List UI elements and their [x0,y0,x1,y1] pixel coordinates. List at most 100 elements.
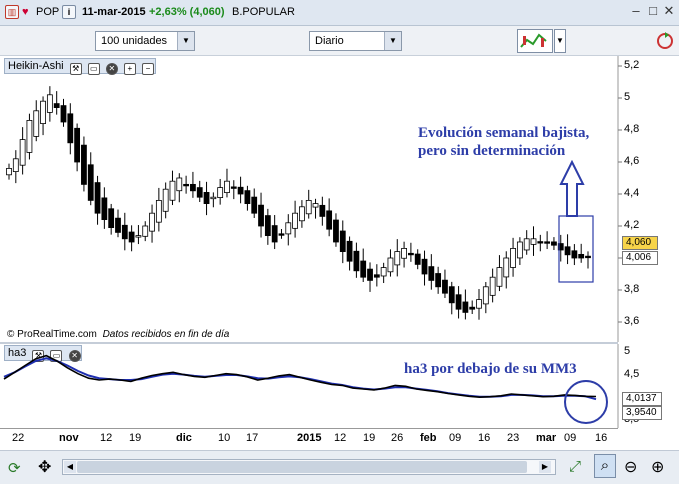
ha3-chart[interactable] [0,344,679,428]
candle-body [489,276,496,296]
ha3-tag-1: 4,0137 [622,392,662,406]
candle-body [469,306,476,310]
candle-body [414,253,421,265]
candle-body [326,210,333,230]
candle-body [224,180,230,193]
cursor-icon[interactable]: ✥ [38,457,51,477]
candle-body [155,199,162,223]
candle-body [530,238,537,245]
candle-body [135,235,142,238]
candle-body [244,190,251,204]
ha3-tick-label: 5 [624,345,631,357]
candle-body [176,177,183,192]
candle-body [537,241,544,244]
candle-body [339,230,346,252]
chart-app-icon[interactable]: ▥ [5,5,19,19]
x-tick-label: 09 [449,432,462,444]
secondary-price-tag: 4,006 [622,251,658,265]
credit-note: Datos recibidos en fin de día [102,329,230,340]
candle-body [299,206,305,222]
favorite-icon[interactable]: ♥ [22,6,29,18]
annotation-circle [564,380,608,424]
x-tick-label: 2015 [297,432,322,444]
candle-body [367,268,373,281]
bottom-bar: ⟳ ✥ ◀ ▶ ⤢ ⌕ ⊖ ⊕ [0,450,679,484]
candle-body [510,247,516,268]
candle-body [128,231,135,243]
price-tick-label: 3,6 [624,315,640,327]
chevron-down-icon[interactable]: ▼ [177,32,194,50]
zoom-mode-icon[interactable]: ⌕ [594,454,616,478]
scroll-thumb[interactable] [77,461,527,473]
x-tick-label: 17 [246,432,259,444]
candle-body [6,168,12,176]
scroll-left-icon[interactable]: ◀ [64,461,76,473]
last-price-tag: 4,060 [622,236,658,250]
zoom-out-icon[interactable]: ⊖ [624,457,637,477]
chart-type-button[interactable] [517,29,553,53]
candle-body [442,279,448,294]
price-tick-label: 4,8 [624,123,640,135]
candle-body [503,257,510,278]
candle-body [448,286,455,304]
credit-name: © ProRealTime.com [7,329,97,340]
candle-body [401,247,407,259]
refresh-icon[interactable] [655,28,675,54]
ha3-tag-2: 3,9540 [622,406,662,420]
cycle-icon[interactable]: ⟳ [8,459,21,477]
candle-body [462,301,469,313]
candle-body [258,204,264,227]
candle-body [544,241,551,244]
candle-body [60,105,67,123]
candle-body [26,120,33,153]
x-tick-label: 09 [564,432,577,444]
x-tick-label: 19 [129,432,142,444]
candle-body [121,224,128,240]
chart-type-dropdown[interactable]: ▼ [554,29,566,53]
annotation-weekly-line1: Evolución semanal bajista, [418,125,590,141]
candle-body [74,127,81,163]
candle-body [81,144,87,185]
candle-body [264,215,271,236]
x-tick-label: 10 [218,432,231,444]
price-tick-label: 4,6 [624,155,640,167]
maximize-icon[interactable]: □ [645,4,661,20]
x-tick-label: dic [176,432,192,444]
chevron-down-icon[interactable]: ▼ [384,32,401,50]
candle-body [115,217,121,233]
candle-body [46,94,53,113]
units-select[interactable]: 100 unidades ▼ [95,31,195,51]
candle-body [108,208,115,228]
period-select[interactable]: Diario ▼ [309,31,402,51]
x-tick-label: 12 [100,432,113,444]
candle-body [237,186,244,195]
ha3-tick-label: 4,5 [624,367,640,380]
x-tick-label: mar [536,432,557,444]
chart-type-icon [520,33,547,48]
candle-body [476,299,482,309]
zoom-in-icon[interactable]: ⊕ [651,457,664,477]
price-tick-label: 5 [624,91,631,103]
horizontal-scrollbar[interactable]: ◀ ▶ [62,459,556,475]
candle-body [203,191,210,205]
scroll-right-icon[interactable]: ▶ [539,461,551,473]
x-tick-label: 12 [334,432,347,444]
x-tick-label: 16 [478,432,491,444]
price-tick-label: 3,8 [624,283,640,295]
date-label: 11-mar-2015 [82,6,146,18]
candle-body [271,225,278,243]
info-icon[interactable]: i [62,5,76,19]
close-icon[interactable]: ✕ [661,4,677,20]
candle-body [482,286,489,305]
candle-body [387,257,394,273]
x-tick-label: 26 [391,432,404,444]
candle-body [319,204,326,217]
x-tick-label: 16 [595,432,608,444]
minimize-icon[interactable]: – [628,4,644,20]
candle-body [162,188,169,212]
candle-body [360,260,367,278]
candle-body [305,199,312,215]
zoom-fit-icon[interactable]: ⤢ [569,458,581,475]
candle-body [183,183,190,187]
symbol-label[interactable]: POP [36,6,59,18]
